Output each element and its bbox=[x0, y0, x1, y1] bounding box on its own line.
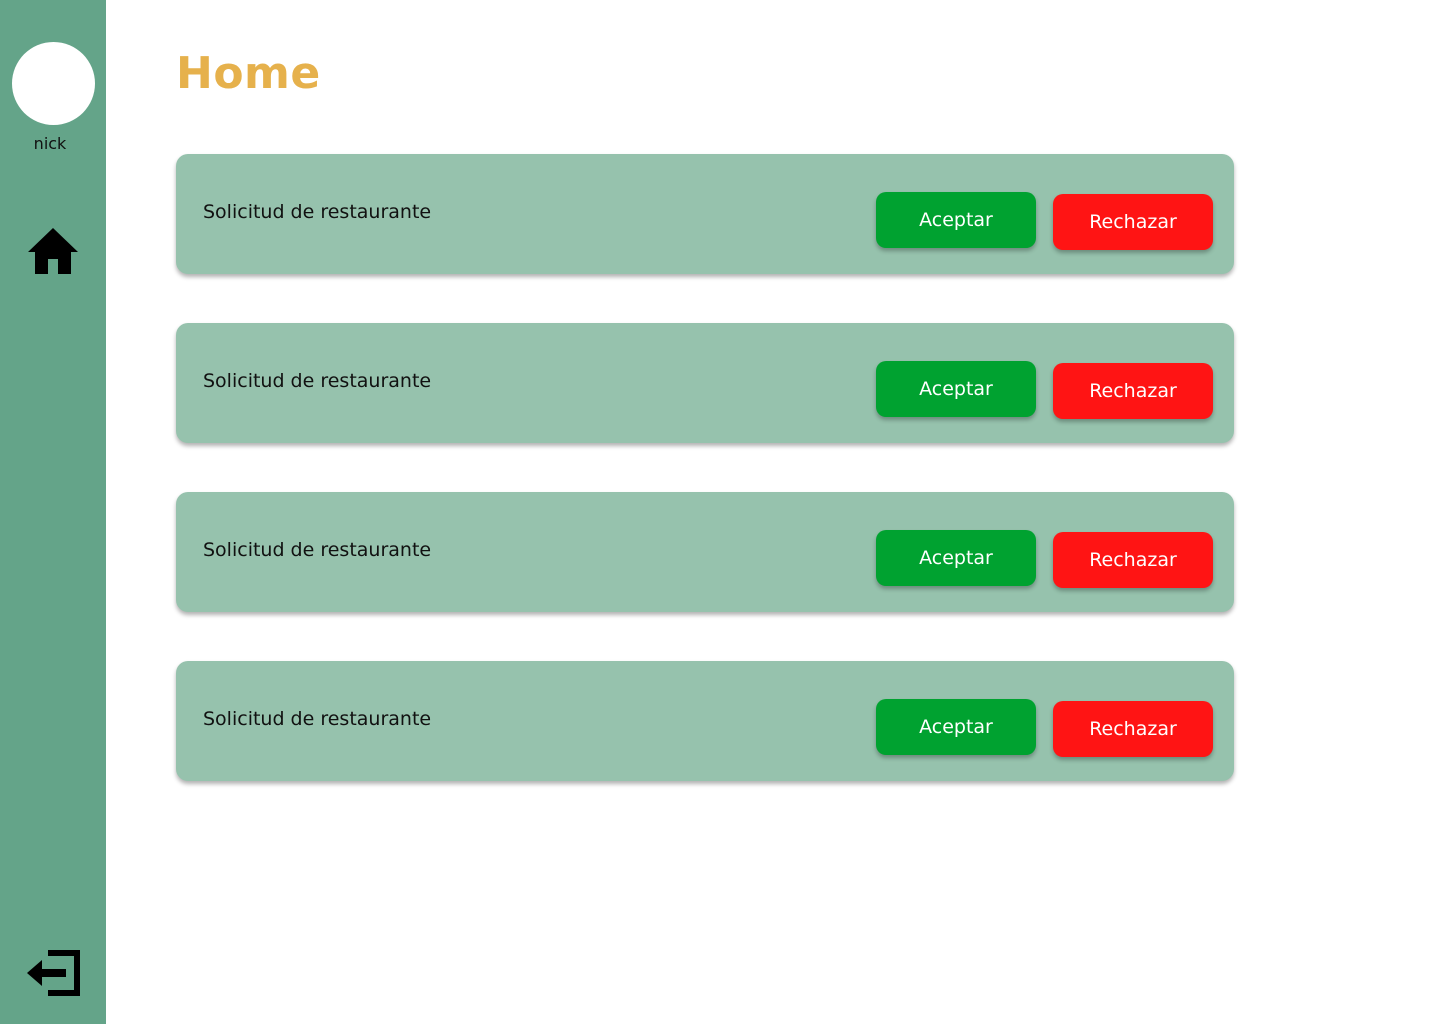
logout-icon[interactable] bbox=[26, 948, 82, 998]
sidebar: nick bbox=[0, 0, 106, 1024]
page-title: Home bbox=[176, 48, 321, 99]
request-card: Solicitud de restaurante Aceptar Rechaza… bbox=[176, 661, 1234, 781]
request-label: Solicitud de restaurante bbox=[203, 539, 432, 561]
reject-button[interactable]: Rechazar bbox=[1053, 194, 1213, 250]
accept-button[interactable]: Aceptar bbox=[876, 530, 1036, 586]
request-card: Solicitud de restaurante Aceptar Rechaza… bbox=[176, 492, 1234, 612]
request-list: Solicitud de restaurante Aceptar Rechaza… bbox=[176, 154, 1234, 830]
request-card: Solicitud de restaurante Aceptar Rechaza… bbox=[176, 154, 1234, 274]
request-card: Solicitud de restaurante Aceptar Rechaza… bbox=[176, 323, 1234, 443]
accept-button[interactable]: Aceptar bbox=[876, 192, 1036, 248]
accept-button[interactable]: Aceptar bbox=[876, 699, 1036, 755]
request-label: Solicitud de restaurante bbox=[203, 201, 432, 223]
accept-button[interactable]: Aceptar bbox=[876, 361, 1036, 417]
home-icon[interactable] bbox=[27, 226, 79, 276]
reject-button[interactable]: Rechazar bbox=[1053, 701, 1213, 757]
request-label: Solicitud de restaurante bbox=[203, 370, 432, 392]
reject-button[interactable]: Rechazar bbox=[1053, 363, 1213, 419]
request-label: Solicitud de restaurante bbox=[203, 708, 432, 730]
username: nick bbox=[33, 134, 67, 153]
avatar[interactable] bbox=[12, 42, 95, 125]
reject-button[interactable]: Rechazar bbox=[1053, 532, 1213, 588]
